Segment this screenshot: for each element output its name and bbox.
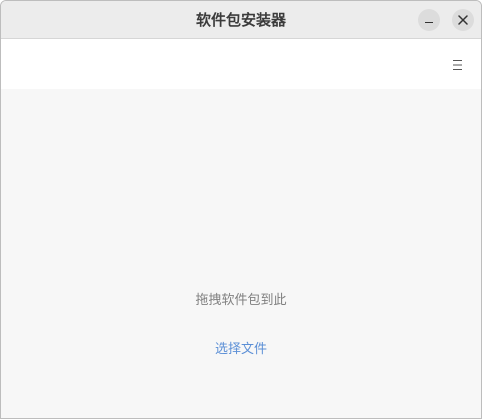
minimize-button[interactable] <box>418 9 440 31</box>
main-menu-button[interactable] <box>450 58 464 72</box>
minimize-icon <box>425 22 433 23</box>
hamburger-menu-icon <box>453 60 462 70</box>
drop-area[interactable]: 拖拽软件包到此 选择文件 <box>1 89 481 418</box>
toolbar <box>1 39 481 89</box>
select-file-row: 选择文件 <box>1 338 481 357</box>
app-window: 软件包安装器 拖拽软件包到此 选择文件 <box>0 0 482 419</box>
close-icon <box>458 15 468 25</box>
drop-hint-text: 拖拽软件包到此 <box>195 293 287 308</box>
title-bar[interactable]: 软件包安装器 <box>1 1 481 39</box>
select-file-link[interactable]: 选择文件 <box>215 342 267 357</box>
window-title: 软件包安装器 <box>195 11 286 29</box>
close-button[interactable] <box>452 9 474 31</box>
